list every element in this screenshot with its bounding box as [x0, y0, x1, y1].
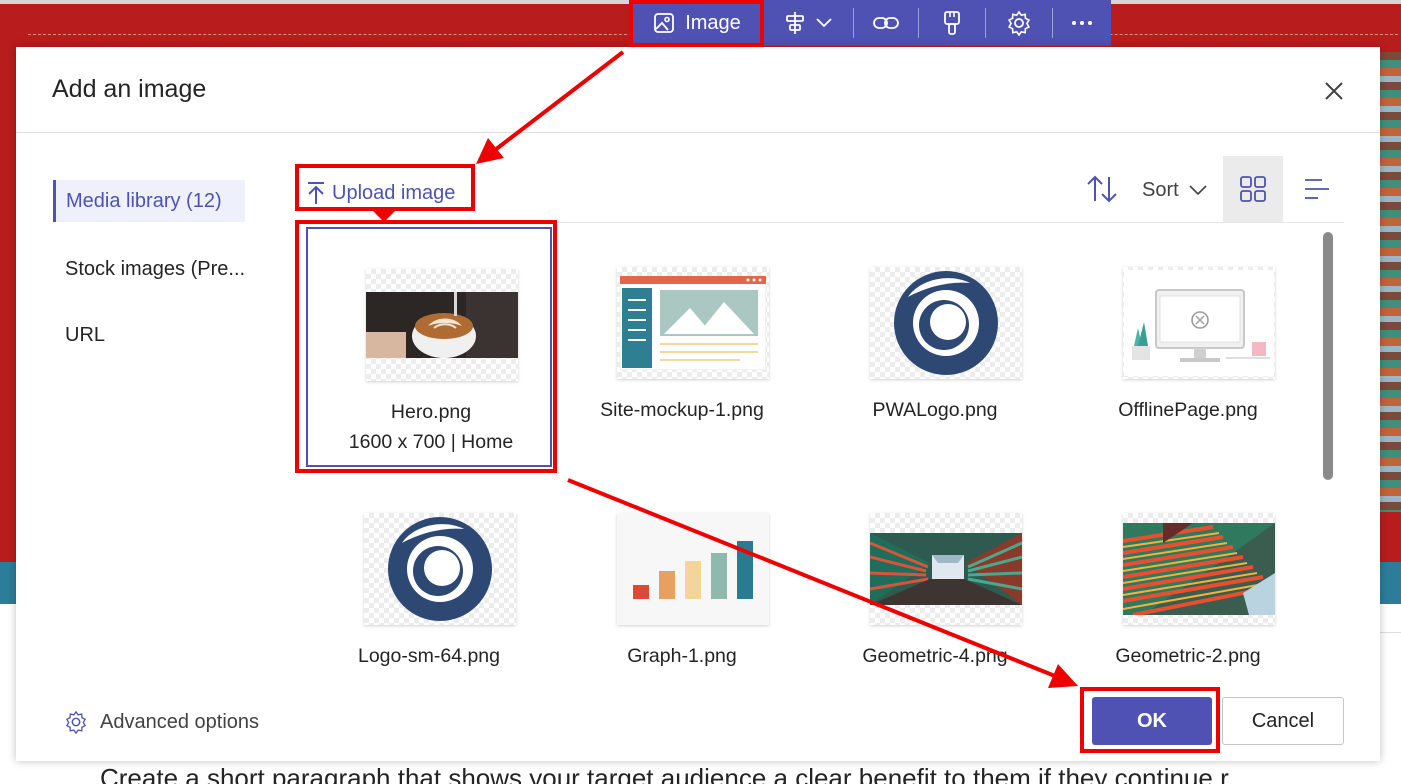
- sort-arrows-icon: [1087, 175, 1117, 203]
- image-toolbar-button[interactable]: Image: [632, 0, 762, 46]
- gear-icon: [1007, 10, 1031, 36]
- ok-button[interactable]: OK: [1092, 697, 1212, 745]
- tile-name: Geometric-4.png: [862, 645, 1008, 667]
- media-tile-geometric-4[interactable]: Geometric-4.png: [812, 473, 1058, 667]
- media-tile-graph[interactable]: Graph-1.png: [559, 473, 805, 667]
- nav-stock-images[interactable]: Stock images (Pre...: [53, 248, 245, 290]
- sort-dropdown[interactable]: Sort: [1142, 173, 1207, 207]
- nav-url[interactable]: URL: [53, 314, 105, 356]
- more-icon: [1072, 21, 1092, 25]
- advanced-options-button[interactable]: Advanced options: [64, 705, 259, 739]
- media-tile-geometric-2[interactable]: Geometric-2.png: [1065, 473, 1311, 667]
- format-painter-toolbar-button[interactable]: [919, 0, 985, 46]
- tile-name: Hero.png: [390, 401, 472, 423]
- media-tile-offline-page[interactable]: OfflinePage.png: [1065, 227, 1311, 467]
- thumbnail: [1123, 513, 1275, 625]
- banner-image-edge: [1380, 52, 1401, 512]
- coffee-image: [366, 292, 518, 358]
- image-icon: [654, 13, 675, 33]
- list-view-button[interactable]: [1293, 156, 1341, 222]
- link-icon: [873, 17, 899, 29]
- nav-media-library[interactable]: Media library (12): [53, 180, 245, 222]
- upload-image-button[interactable]: Upload image: [306, 176, 455, 210]
- tile-meta: 1600 x 700 | Home: [348, 431, 514, 453]
- sort-direction-button[interactable]: [1086, 174, 1118, 204]
- thumbnail: [366, 269, 518, 381]
- thumbnail: [617, 513, 769, 625]
- offline-page-image: [1124, 270, 1274, 376]
- logo-sm-image: [388, 517, 492, 621]
- tile-name: Graph-1.png: [627, 645, 737, 667]
- media-tile-hero[interactable]: Hero.png 1600 x 700 | Home: [306, 227, 552, 467]
- media-grid: Hero.png 1600 x 700 | Home Site-mockup-1…: [296, 227, 1326, 667]
- media-tile-logo-sm[interactable]: Logo-sm-64.png: [306, 473, 552, 667]
- gear-icon: [65, 710, 87, 734]
- grid-scrollbar[interactable]: [1323, 232, 1333, 480]
- command-bar-divider: [296, 222, 1344, 223]
- list-view-icon: [1305, 179, 1329, 199]
- grid-view-button[interactable]: [1223, 156, 1283, 222]
- more-toolbar-button[interactable]: [1053, 0, 1111, 46]
- media-tile-site-mockup[interactable]: Site-mockup-1.png: [559, 227, 805, 467]
- settings-toolbar-button[interactable]: [986, 0, 1052, 46]
- tile-name: Geometric-2.png: [1115, 645, 1261, 667]
- site-mockup-image: [620, 276, 766, 370]
- cancel-button[interactable]: Cancel: [1222, 697, 1344, 745]
- close-icon: [1325, 82, 1343, 100]
- tile-name: Logo-sm-64.png: [357, 645, 500, 667]
- thumbnail: [617, 267, 769, 379]
- dialog-title: Add an image: [52, 75, 207, 103]
- align-icon: [786, 12, 804, 34]
- tile-name: OfflinePage.png: [1118, 399, 1258, 421]
- sort-label: Sort: [1142, 178, 1179, 201]
- chevron-down-icon: [1189, 185, 1207, 195]
- geometric-4-image: [870, 533, 1022, 605]
- link-toolbar-button[interactable]: [854, 0, 918, 46]
- upload-icon: [308, 182, 324, 204]
- advanced-options-label: Advanced options: [100, 710, 260, 733]
- format-painter-icon: [944, 11, 960, 35]
- chevron-down-icon: [816, 18, 832, 28]
- page-paragraph-text[interactable]: Create a short paragraph that shows your…: [100, 763, 1229, 784]
- image-web-part-toolbar: Image: [632, 0, 1111, 46]
- thumbnail: [1123, 267, 1275, 379]
- image-toolbar-label: Image: [685, 11, 741, 34]
- graph-image: [617, 513, 769, 625]
- media-tile-pwa-logo[interactable]: PWALogo.png: [812, 227, 1058, 467]
- geometric-2-image: [1123, 523, 1275, 615]
- grid-view-icon: [1240, 176, 1266, 202]
- thumbnail: [870, 267, 1022, 379]
- upload-image-label: Upload image: [332, 181, 456, 204]
- add-image-dialog: Add an image Media library (12) Stock im…: [16, 47, 1380, 761]
- align-toolbar-button[interactable]: [763, 0, 853, 46]
- close-button[interactable]: [1322, 79, 1346, 103]
- pwa-logo-image: [894, 271, 998, 375]
- tile-name: Site-mockup-1.png: [600, 399, 764, 421]
- page-divider: [1380, 632, 1401, 633]
- thumbnail: [364, 513, 516, 625]
- thumbnail: [870, 513, 1022, 625]
- dialog-header: Add an image: [16, 47, 1380, 133]
- tile-name: PWALogo.png: [872, 399, 998, 421]
